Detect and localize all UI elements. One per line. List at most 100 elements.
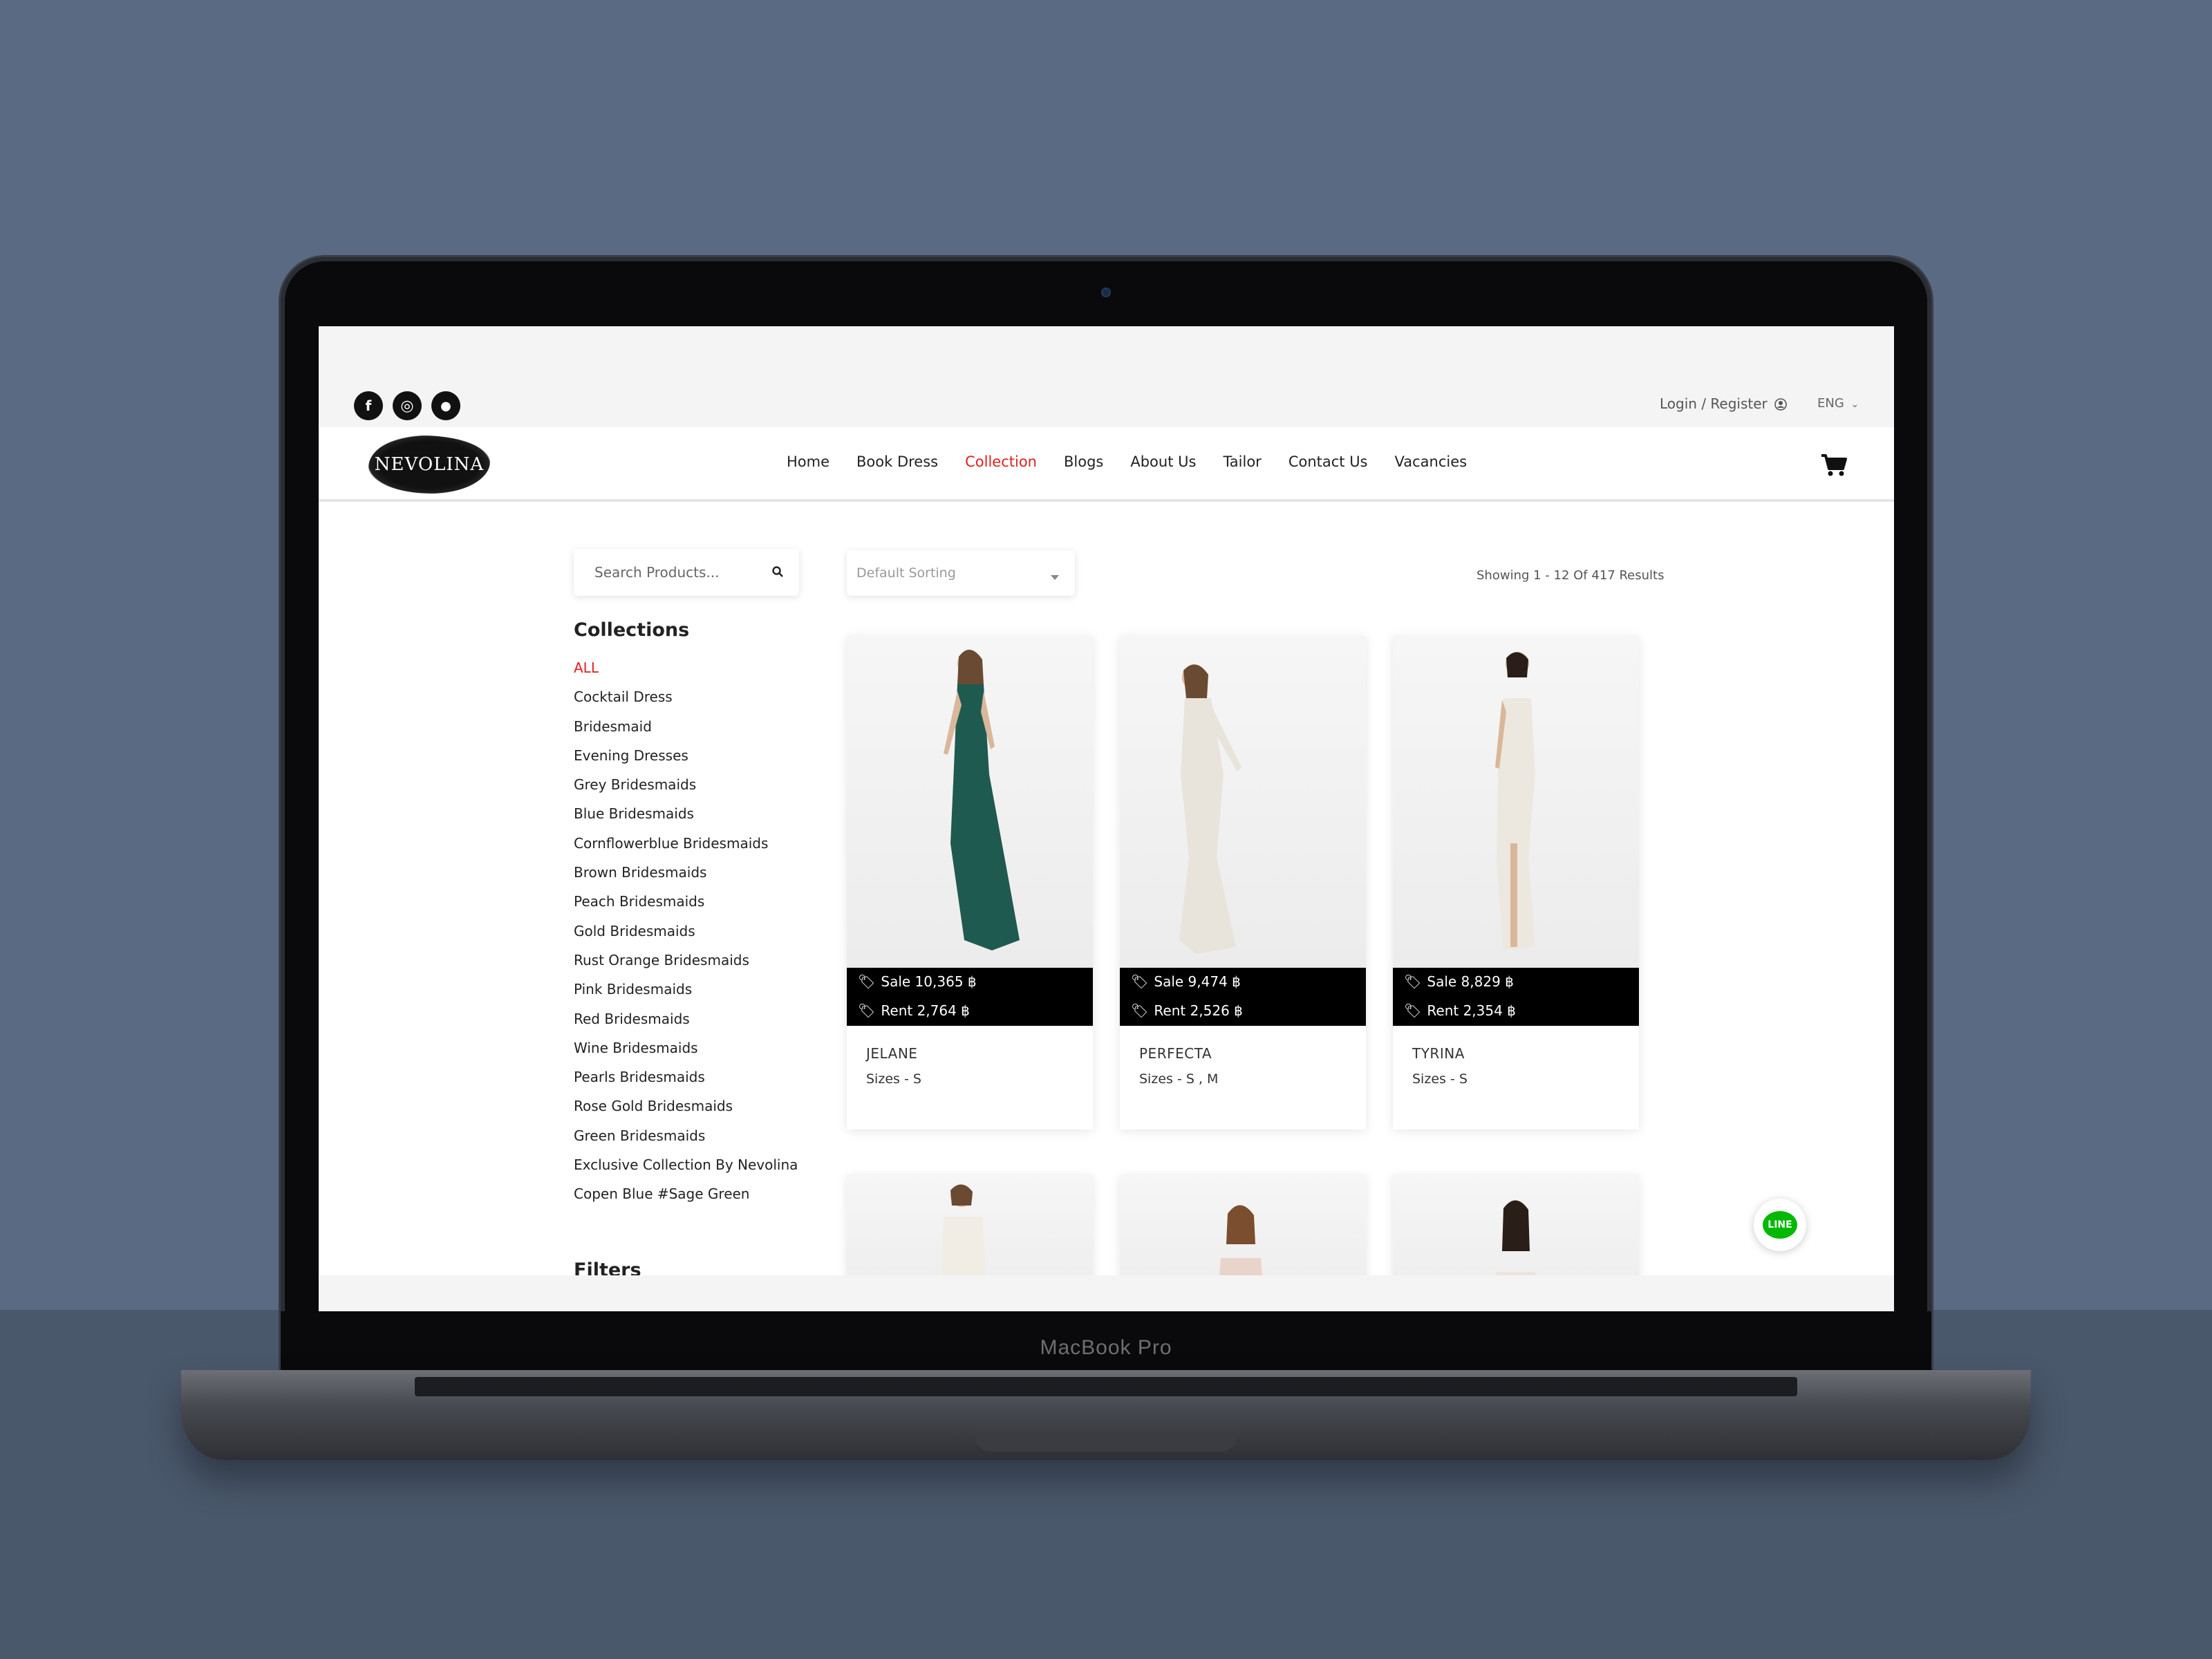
nav-contact-us[interactable]: Contact Us <box>1288 453 1368 470</box>
sale-price-text: Sale 10,365 ฿ <box>881 973 977 990</box>
collection-item[interactable]: Pearls Bridesmaids <box>574 1067 798 1096</box>
camera-icon <box>1101 288 1111 297</box>
collections-list: ALL Cocktail Dress Bridesmaid Evening Dr… <box>574 658 798 1214</box>
user-icon <box>1772 395 1787 412</box>
tag-icon: 🏷 <box>858 973 876 990</box>
tag-icon: 🏷 <box>858 1002 876 1019</box>
line-chat-icon: LINE <box>1763 1211 1797 1239</box>
price-bar: 🏷 Sale 10,365 ฿ 🏷 Rent 2,764 ฿ <box>847 968 1093 1026</box>
login-register-label: Login / Register <box>1660 395 1768 412</box>
sale-price: 🏷 Sale 9,474 ฿ <box>1131 973 1241 990</box>
tag-icon: 🏷 <box>1131 1002 1149 1019</box>
filters-heading: Filters <box>574 1259 641 1275</box>
collection-item[interactable]: Copen Blue #Sage Green <box>574 1184 798 1213</box>
sale-price-text: Sale 8,829 ฿ <box>1427 973 1514 990</box>
price-bar: 🏷 Sale 8,829 ฿ 🏷 Rent 2,354 ฿ <box>1393 968 1639 1026</box>
collection-item[interactable]: Red Bridesmaids <box>574 1009 798 1038</box>
product-photo[interactable] <box>1120 636 1366 968</box>
collection-item[interactable]: Evening Dresses <box>574 746 798 775</box>
nav-about-us[interactable]: About Us <box>1130 453 1196 470</box>
collection-item[interactable]: Brown Bridesmaids <box>574 863 798 892</box>
facebook-icon[interactable]: f <box>354 391 383 420</box>
sort-select[interactable]: Default Sorting <box>847 550 1075 596</box>
product-card[interactable]: 🏷 Sale 8,829 ฿ 🏷 Rent 2,354 ฿ TYRINA Siz… <box>1393 636 1639 1130</box>
main-nav: Home Book Dress Collection Blogs About U… <box>787 453 1494 470</box>
login-register-link[interactable]: Login / Register <box>1660 395 1787 412</box>
product-sizes: Sizes - S <box>1412 1071 1468 1087</box>
collection-item[interactable]: Cornflowerblue Bridesmaids <box>574 834 798 863</box>
product-name[interactable]: JELANE <box>866 1045 917 1062</box>
sort-label: Default Sorting <box>856 565 956 581</box>
product-card[interactable] <box>847 1175 1093 1275</box>
tag-icon: 🏷 <box>1404 973 1422 990</box>
product-name[interactable]: TYRINA <box>1412 1045 1465 1062</box>
brand-logo[interactable]: NEVOLINA <box>368 435 490 494</box>
rent-price-text: Rent 2,354 ฿ <box>1427 1002 1516 1019</box>
social-links: f ◎ ● <box>354 391 460 420</box>
screen-bottom-strip <box>319 1275 1894 1311</box>
rent-price: 🏷 Rent 2,354 ฿ <box>1404 1002 1516 1019</box>
nav-blogs[interactable]: Blogs <box>1064 453 1103 470</box>
collection-item[interactable]: Blue Bridesmaids <box>574 804 798 833</box>
collection-item[interactable]: Cocktail Dress <box>574 687 798 716</box>
product-card[interactable]: 🏷 Sale 10,365 ฿ 🏷 Rent 2,764 ฿ JELANE Si… <box>847 636 1093 1130</box>
product-name[interactable]: PERFECTA <box>1139 1045 1212 1062</box>
nav-tailor[interactable]: Tailor <box>1223 453 1261 470</box>
product-photo[interactable] <box>847 636 1093 968</box>
instagram-icon[interactable]: ◎ <box>393 391 422 420</box>
collection-item[interactable]: Rust Orange Bridesmaids <box>574 950 798 980</box>
trackpad-notch <box>975 1431 1237 1452</box>
product-card[interactable]: 🏷 Sale 9,474 ฿ 🏷 Rent 2,526 ฿ PERFECTA S… <box>1120 636 1366 1130</box>
collection-item[interactable]: Peach Bridesmaids <box>574 892 798 921</box>
collection-item[interactable]: Gold Bridesmaids <box>574 921 798 950</box>
results-count: Showing 1 - 12 Of 417 Results <box>1477 568 1665 583</box>
device-brand-label: MacBook Pro <box>1040 1336 1172 1359</box>
product-photo[interactable] <box>1120 1175 1366 1275</box>
sale-price: 🏷 Sale 8,829 ฿ <box>1404 973 1514 990</box>
rent-price-text: Rent 2,526 ฿ <box>1154 1002 1243 1019</box>
product-card[interactable] <box>1393 1175 1639 1275</box>
nav-book-dress[interactable]: Book Dress <box>856 453 938 470</box>
rent-price: 🏷 Rent 2,764 ฿ <box>858 1002 970 1019</box>
line-icon[interactable]: ● <box>431 391 460 420</box>
collections-heading: Collections <box>574 619 690 641</box>
line-chat-button[interactable]: LINE <box>1754 1199 1806 1251</box>
search-input[interactable] <box>594 564 760 581</box>
search-icon[interactable] <box>771 565 784 581</box>
product-photo[interactable] <box>1393 636 1639 968</box>
rent-price-text: Rent 2,764 ฿ <box>881 1002 970 1019</box>
main-navbar: NEVOLINA Home Book Dress Collection Blog… <box>319 427 1894 502</box>
language-label: ENG <box>1817 396 1844 411</box>
chevron-down-icon: ⌄ <box>1850 399 1859 410</box>
nav-collection[interactable]: Collection <box>965 453 1037 470</box>
product-photo[interactable] <box>1393 1175 1639 1275</box>
browser-screen: f ◎ ● Login / Register ENG ⌄ NEVOLINA Ho… <box>319 326 1894 1275</box>
product-card[interactable] <box>1120 1175 1366 1275</box>
search-box <box>574 549 799 596</box>
product-sizes: Sizes - S , M <box>1139 1071 1219 1087</box>
nav-home[interactable]: Home <box>787 453 830 470</box>
collection-item[interactable]: Grey Bridesmaids <box>574 775 798 804</box>
collection-item-all[interactable]: ALL <box>574 658 798 687</box>
collection-item[interactable]: Wine Bridesmaids <box>574 1038 798 1067</box>
price-bar: 🏷 Sale 9,474 ฿ 🏷 Rent 2,526 ฿ <box>1120 968 1366 1026</box>
tag-icon: 🏷 <box>1131 973 1149 990</box>
cart-icon[interactable] <box>1820 453 1848 477</box>
collection-item[interactable]: Rose Gold Bridesmaids <box>574 1096 798 1125</box>
language-selector[interactable]: ENG ⌄ <box>1817 396 1859 411</box>
caret-down-icon <box>1050 570 1060 585</box>
nav-vacancies[interactable]: Vacancies <box>1395 453 1468 470</box>
sale-price: 🏷 Sale 10,365 ฿ <box>858 973 977 990</box>
top-bar: f ◎ ● Login / Register ENG ⌄ <box>319 326 1894 427</box>
collection-item[interactable]: Pink Bridesmaids <box>574 980 798 1009</box>
product-photo[interactable] <box>847 1175 1093 1275</box>
tag-icon: 🏷 <box>1404 1002 1422 1019</box>
sale-price-text: Sale 9,474 ฿ <box>1154 973 1241 990</box>
collection-item[interactable]: Green Bridesmaids <box>574 1126 798 1155</box>
product-sizes: Sizes - S <box>866 1071 921 1087</box>
rent-price: 🏷 Rent 2,526 ฿ <box>1131 1002 1243 1019</box>
keyboard-lip <box>415 1377 1797 1396</box>
logo-text: NEVOLINA <box>374 454 485 475</box>
collection-item[interactable]: Bridesmaid <box>574 717 798 746</box>
collection-item[interactable]: Exclusive Collection By Nevolina <box>574 1155 798 1184</box>
